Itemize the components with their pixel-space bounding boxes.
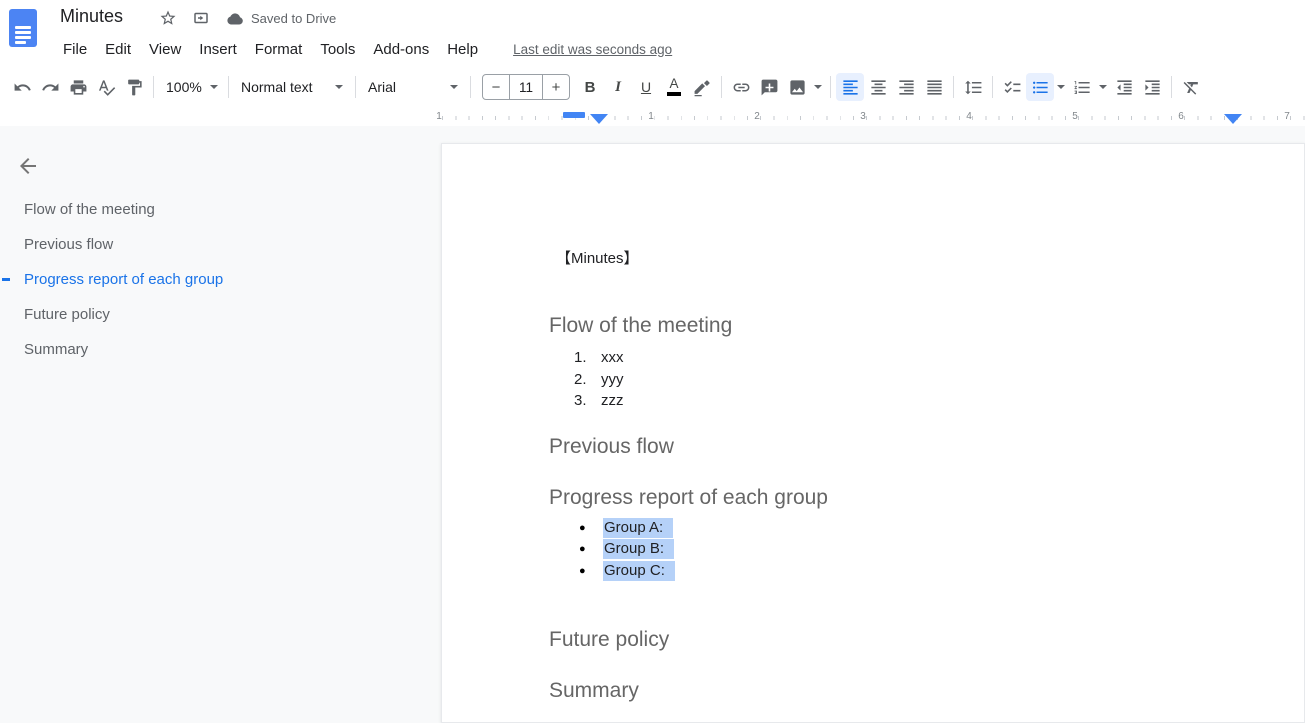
left-indent-marker[interactable]: [590, 114, 608, 124]
document-outline-panel: Flow of the meeting Previous flow Progre…: [0, 126, 441, 723]
font-size-control: − 11 +: [482, 74, 570, 100]
outline-item-previous-flow[interactable]: Previous flow: [0, 227, 441, 262]
increase-indent-button[interactable]: [1138, 73, 1166, 101]
add-comment-button[interactable]: [755, 73, 783, 101]
menu-view[interactable]: View: [140, 38, 190, 61]
style-value: Normal text: [241, 79, 313, 95]
insert-link-button[interactable]: [727, 73, 755, 101]
ruler-label: 4: [962, 111, 976, 122]
chevron-down-icon: [210, 85, 218, 89]
selected-text: Group B:: [603, 539, 674, 559]
italic-button[interactable]: I: [604, 73, 632, 101]
move-to-folder-icon[interactable]: [192, 9, 212, 29]
insert-image-dropdown[interactable]: [811, 73, 825, 101]
menu-addons[interactable]: Add-ons: [364, 38, 438, 61]
line-spacing-button[interactable]: [959, 73, 987, 101]
ruler-label: 5: [1068, 111, 1082, 122]
outline-list: Flow of the meeting Previous flow Progre…: [0, 192, 441, 367]
bulleted-list-button[interactable]: [1026, 73, 1054, 101]
close-outline-button[interactable]: [16, 154, 40, 178]
active-section-indicator: [2, 278, 10, 281]
content-area: Flow of the meeting Previous flow Progre…: [0, 126, 1305, 723]
outline-item-future-policy[interactable]: Future policy: [0, 297, 441, 332]
saved-status-text[interactable]: Saved to Drive: [251, 11, 336, 26]
ruler-label: 1: [644, 111, 658, 122]
doc-heading-summary[interactable]: Summary: [549, 679, 639, 703]
menu-tools[interactable]: Tools: [311, 38, 364, 61]
bulleted-list[interactable]: ● Group A: ● Group B: ● Group C:: [579, 517, 675, 582]
undo-button[interactable]: [8, 73, 36, 101]
bold-button[interactable]: B: [576, 73, 604, 101]
horizontal-ruler[interactable]: 1 1 2 3 4 5 6 7: [430, 110, 1305, 126]
ruler-label: 2: [750, 111, 764, 122]
paragraph-style-select[interactable]: Normal text: [234, 73, 350, 101]
list-item: 2. yyy: [574, 369, 624, 391]
justify-button[interactable]: [920, 73, 948, 101]
app-header: Minutes Saved to Drive File Edit View In…: [0, 0, 1305, 64]
font-size-input[interactable]: 11: [509, 75, 543, 99]
ruler-label: 6: [1174, 111, 1188, 122]
highlight-color-button[interactable]: [688, 73, 716, 101]
checklist-button[interactable]: [998, 73, 1026, 101]
align-center-button[interactable]: [864, 73, 892, 101]
list-item: ● Group A:: [579, 517, 675, 539]
list-item: 3. zzz: [574, 390, 624, 412]
decrease-font-size-button[interactable]: −: [483, 75, 509, 99]
outline-item-flow-of-the-meeting[interactable]: Flow of the meeting: [0, 192, 441, 227]
menu-insert[interactable]: Insert: [190, 38, 246, 61]
doc-heading-previous-flow[interactable]: Previous flow: [549, 435, 674, 459]
document-page[interactable]: 【Minutes】 Flow of the meeting 1. xxx 2. …: [441, 143, 1305, 723]
document-title[interactable]: Minutes: [60, 6, 123, 27]
font-family-select[interactable]: Arial: [361, 73, 465, 101]
zoom-select[interactable]: 100%: [159, 73, 223, 101]
spelling-check-button[interactable]: [92, 73, 120, 101]
align-right-button[interactable]: [892, 73, 920, 101]
ruler-label: 1: [432, 111, 446, 122]
selected-text: Group A:: [603, 518, 673, 538]
underline-button[interactable]: U: [632, 73, 660, 101]
chevron-down-icon: [335, 85, 343, 89]
numbered-list-dropdown[interactable]: [1096, 73, 1110, 101]
font-value: Arial: [368, 79, 396, 95]
insert-image-button[interactable]: [783, 73, 811, 101]
text-color-button[interactable]: A: [660, 73, 688, 101]
ruler-label: 7: [1280, 111, 1294, 122]
print-button[interactable]: [64, 73, 92, 101]
numbered-list[interactable]: 1. xxx 2. yyy 3. zzz: [574, 347, 624, 412]
numbered-list-button[interactable]: [1068, 73, 1096, 101]
saved-to-drive-cloud-icon: [226, 10, 246, 30]
redo-button[interactable]: [36, 73, 64, 101]
clear-formatting-button[interactable]: [1177, 73, 1205, 101]
google-docs-logo-icon[interactable]: [9, 9, 37, 47]
ruler-label: 3: [856, 111, 870, 122]
menu-help[interactable]: Help: [438, 38, 487, 61]
bulleted-list-dropdown[interactable]: [1054, 73, 1068, 101]
last-edit-link[interactable]: Last edit was seconds ago: [513, 42, 672, 57]
menu-format[interactable]: Format: [246, 38, 312, 61]
outline-item-progress-report[interactable]: Progress report of each group: [0, 262, 441, 297]
doc-heading-progress-report[interactable]: Progress report of each group: [549, 486, 828, 510]
first-line-indent-marker[interactable]: [563, 112, 585, 118]
list-item: ● Group B:: [579, 539, 675, 561]
chevron-down-icon: [450, 85, 458, 89]
menu-edit[interactable]: Edit: [96, 38, 140, 61]
selected-text: Group C:: [603, 561, 675, 581]
doc-heading-flow[interactable]: Flow of the meeting: [549, 314, 732, 338]
zoom-value: 100%: [166, 79, 202, 95]
menubar: File Edit View Insert Format Tools Add-o…: [54, 36, 672, 62]
toolbar: 100% Normal text Arial − 11 + B I U A: [0, 64, 1305, 110]
decrease-indent-button[interactable]: [1110, 73, 1138, 101]
list-item: 1. xxx: [574, 347, 624, 369]
outline-item-summary[interactable]: Summary: [0, 332, 441, 367]
right-indent-marker[interactable]: [1224, 114, 1242, 124]
doc-title-line[interactable]: 【Minutes】: [556, 247, 639, 268]
doc-heading-future-policy[interactable]: Future policy: [549, 628, 669, 652]
paint-format-button[interactable]: [120, 73, 148, 101]
back-arrow-icon: [16, 165, 40, 182]
increase-font-size-button[interactable]: +: [543, 75, 569, 99]
menu-file[interactable]: File: [54, 38, 96, 61]
star-icon[interactable]: [159, 9, 179, 29]
align-left-button[interactable]: [836, 73, 864, 101]
list-item: ● Group C:: [579, 560, 675, 582]
